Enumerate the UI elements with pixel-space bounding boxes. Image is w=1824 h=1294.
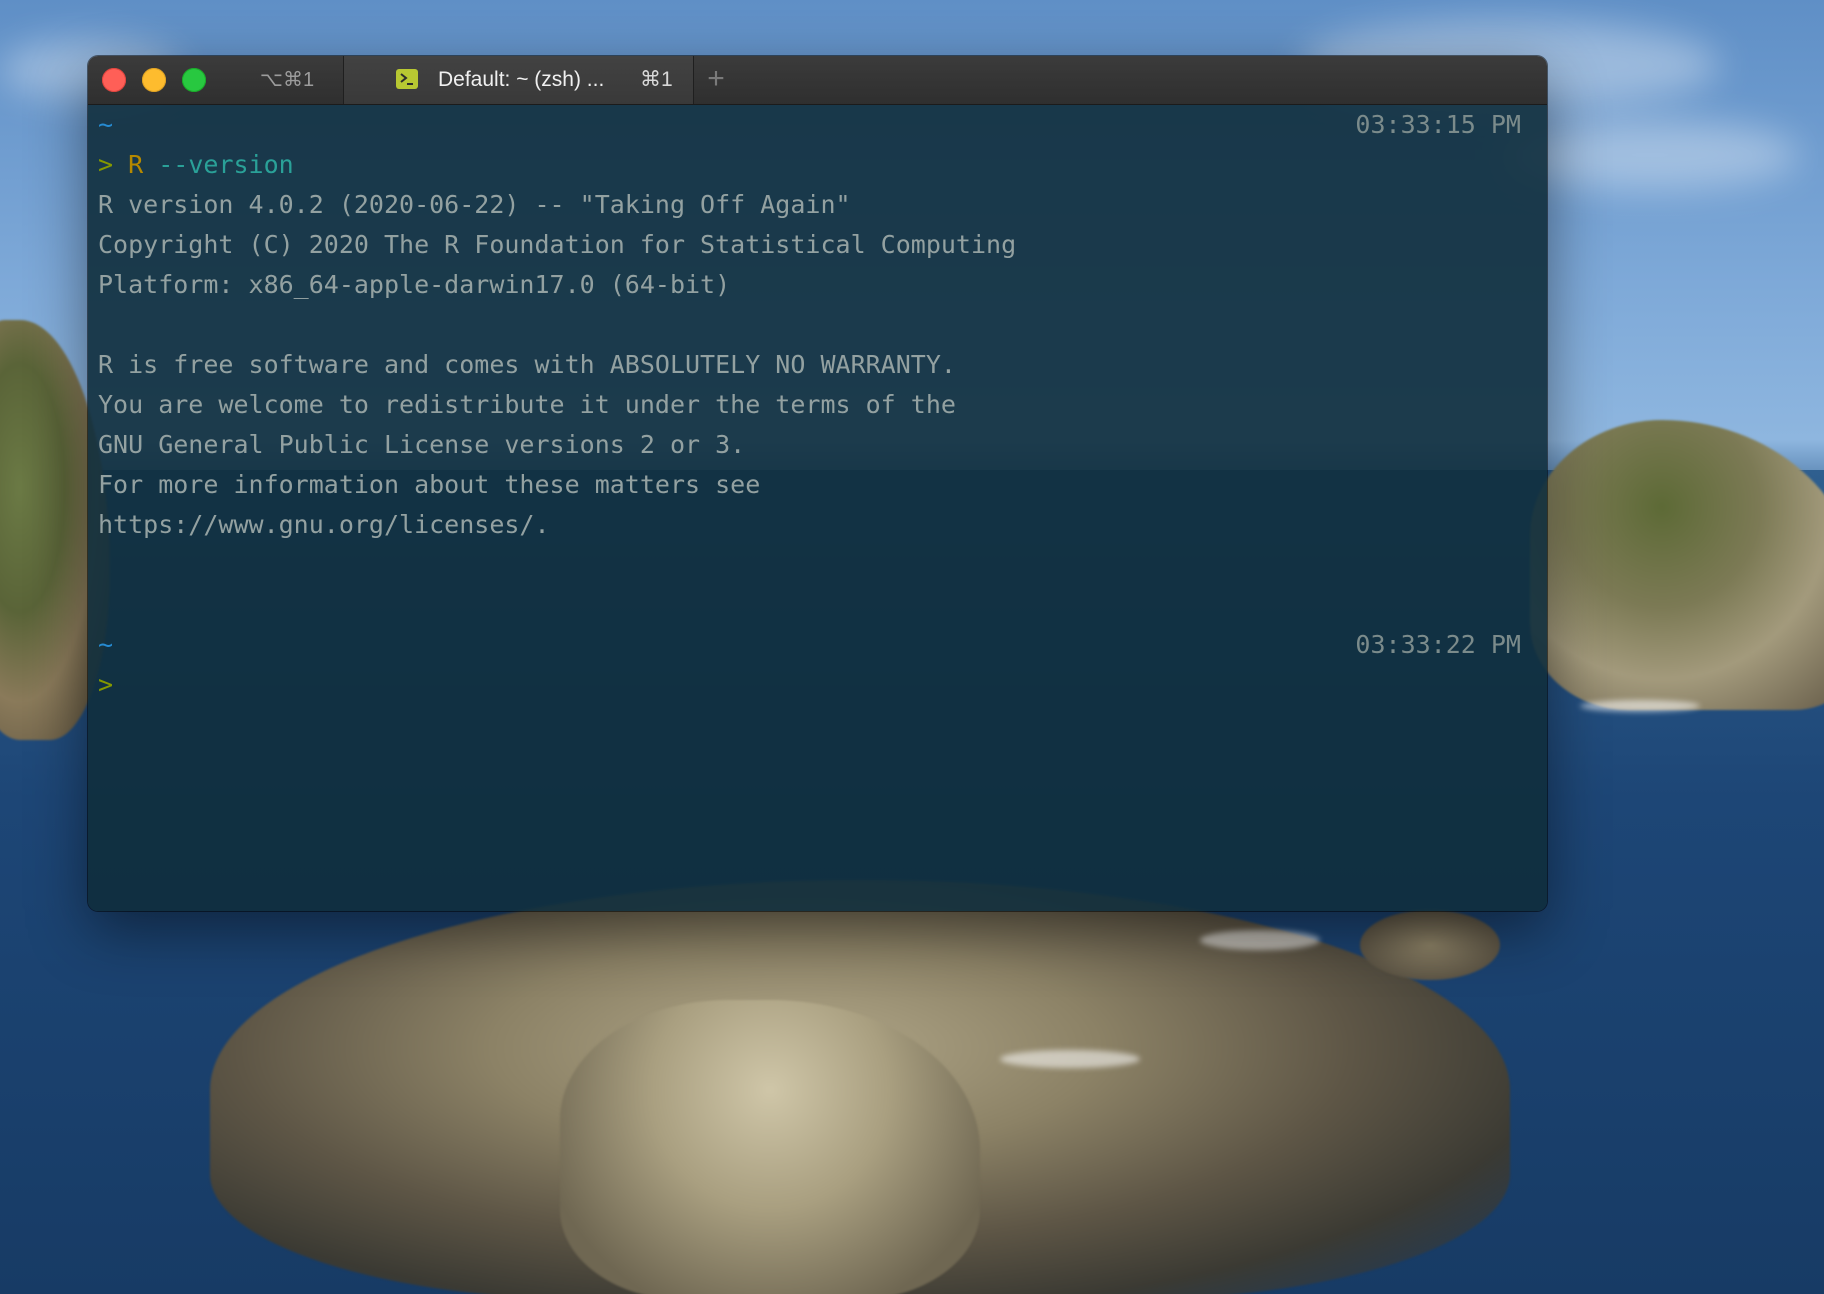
minimize-button[interactable] bbox=[142, 68, 166, 92]
output-line: R is free software and comes with ABSOLU… bbox=[98, 350, 956, 379]
tab-title: Default: ~ (zsh) ... bbox=[438, 68, 605, 91]
tab-default-zsh[interactable]: Default: ~ (zsh) ... ⌘1 bbox=[343, 56, 694, 104]
wallpaper-surf bbox=[1580, 700, 1700, 712]
cwd-indicator: ~ bbox=[98, 630, 114, 659]
output-line: R version 4.0.2 (2020-06-22) -- "Taking … bbox=[98, 190, 851, 219]
output-line: You are welcome to redistribute it under… bbox=[98, 390, 956, 419]
wallpaper-surf bbox=[1200, 930, 1320, 950]
wallpaper-island bbox=[1530, 420, 1824, 710]
prompt-symbol: > bbox=[98, 150, 114, 179]
title-bar[interactable]: ⌥⌘1 Default: ~ (zsh) ... ⌘1 + bbox=[88, 56, 1547, 105]
output-line: GNU General Public License versions 2 or… bbox=[98, 430, 746, 459]
command-line: > R --version bbox=[98, 145, 294, 185]
close-button[interactable] bbox=[102, 68, 126, 92]
cwd-indicator: ~ bbox=[98, 110, 114, 139]
zoom-button[interactable] bbox=[182, 68, 206, 92]
output-line: For more information about these matters… bbox=[98, 470, 761, 499]
tab-shortcut: ⌘1 bbox=[640, 68, 673, 91]
output-line: https://www.gnu.org/licenses/. bbox=[98, 510, 550, 539]
wallpaper-islet bbox=[1360, 910, 1500, 980]
command-timestamp: 03:33:15 PM bbox=[1355, 110, 1521, 139]
command-timestamp: 03:33:22 PM bbox=[1355, 630, 1521, 659]
window-shortcut-label: ⌥⌘1 bbox=[259, 69, 315, 91]
output-line: Platform: x86_64-apple-darwin17.0 (64-bi… bbox=[98, 270, 731, 299]
terminal-window[interactable]: ⌥⌘1 Default: ~ (zsh) ... ⌘1 + ~ 03:33:15… bbox=[88, 56, 1547, 911]
prompt-symbol: > bbox=[98, 670, 114, 699]
command-line[interactable]: > bbox=[98, 665, 113, 705]
command-args: --version bbox=[158, 150, 294, 179]
terminal-icon bbox=[396, 69, 418, 89]
new-tab-button[interactable]: + bbox=[700, 64, 732, 96]
wallpaper-surf bbox=[1000, 1050, 1140, 1068]
command-name: R bbox=[128, 150, 144, 179]
terminal-content[interactable]: ~ 03:33:15 PM > R --version R version 4.… bbox=[88, 105, 1547, 911]
output-line: Copyright (C) 2020 The R Foundation for … bbox=[98, 230, 1017, 259]
wallpaper-island bbox=[560, 1000, 980, 1294]
desktop-wallpaper: ⌥⌘1 Default: ~ (zsh) ... ⌘1 + ~ 03:33:15… bbox=[0, 0, 1824, 1294]
